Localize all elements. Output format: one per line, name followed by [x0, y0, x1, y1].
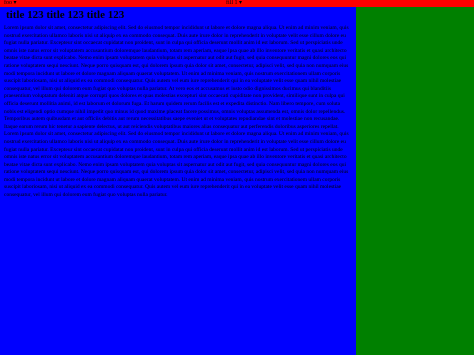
top-bar-left-dropdown[interactable]: foo ▾	[4, 0, 17, 7]
top-bar-center-dropdown[interactable]: fill 1 ▾	[226, 0, 242, 7]
main-content-panel: title 123 title 123 title 123 Lorem ipsu…	[0, 7, 356, 355]
top-bar: foo ▾ fill 1 ▾	[0, 0, 474, 7]
body-paragraph: Lorem ipsum dolor sit amet, consectetur …	[4, 25, 349, 199]
right-sidebar	[356, 7, 474, 355]
page-title: title 123 title 123 title 123	[6, 9, 125, 21]
